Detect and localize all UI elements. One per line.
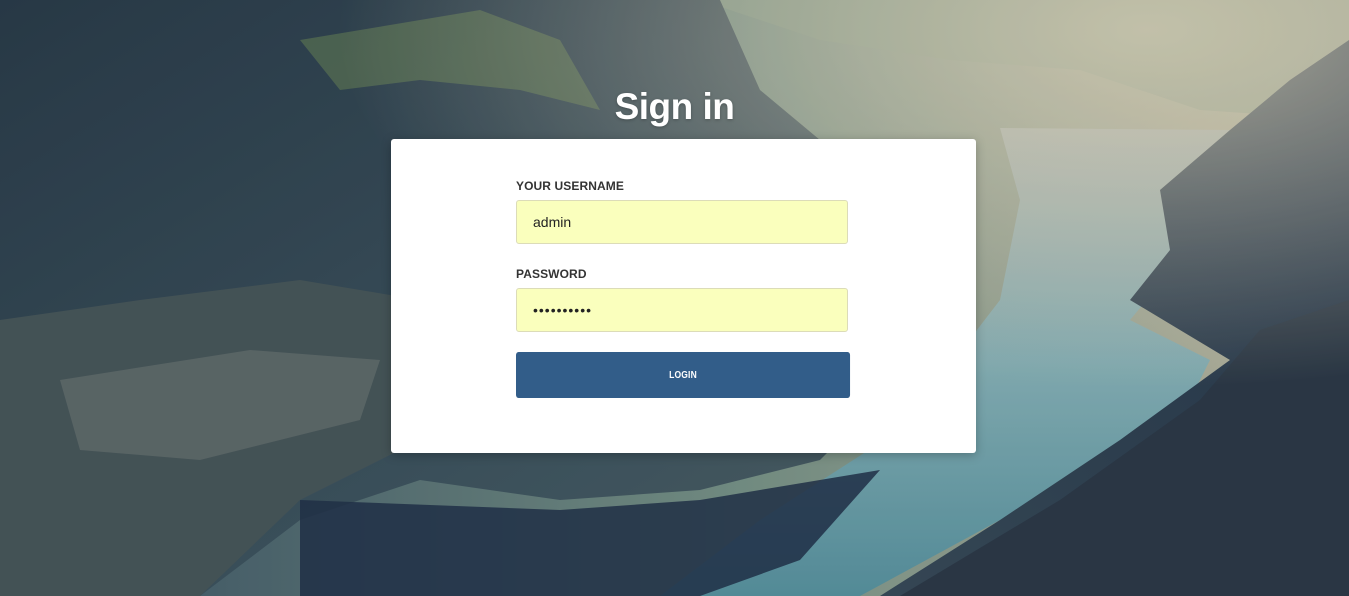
username-field[interactable] xyxy=(516,200,848,244)
password-label: PASSWORD xyxy=(516,267,587,281)
password-field[interactable] xyxy=(516,288,848,332)
username-label: YOUR USERNAME xyxy=(516,179,624,193)
page-title: Sign in xyxy=(614,86,735,127)
login-button[interactable]: LOGIN xyxy=(516,352,851,398)
login-button-label: LOGIN xyxy=(669,369,697,381)
login-card: YOUR USERNAME PASSWORD LOGIN xyxy=(391,139,976,453)
